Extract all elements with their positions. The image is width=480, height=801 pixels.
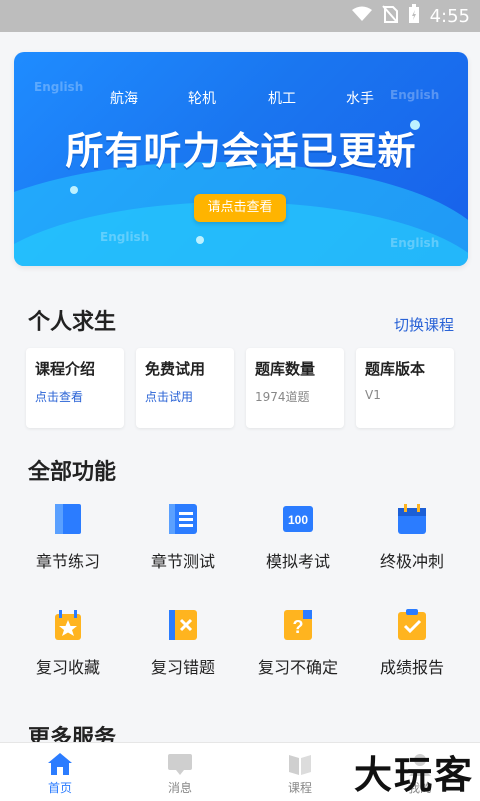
banner-dot (70, 186, 78, 194)
function-label: 章节测试 (150, 552, 215, 571)
clock: 4:55 (429, 6, 470, 27)
function-label: 章节练习 (35, 552, 100, 571)
banner-topic: 轮机 (188, 91, 216, 107)
question-icon: ? (281, 608, 315, 642)
tab-label: 消息 (167, 781, 192, 795)
banner-view-button[interactable]: 请点击查看 (194, 194, 286, 222)
calendar-icon (395, 502, 429, 536)
tab-label: 首页 (47, 781, 72, 795)
svg-text:?: ? (293, 617, 304, 637)
course-intro-card[interactable]: 课程介绍 点击查看 (26, 348, 124, 428)
functions-title: 全部功能 (28, 460, 117, 485)
question-count-card: 题库数量 1974道题 (246, 348, 344, 428)
score-report-button[interactable]: 成绩报告 (362, 608, 462, 678)
home-icon (47, 751, 73, 777)
tab-home[interactable]: 首页 (20, 743, 100, 796)
function-label: 模拟考试 (265, 552, 330, 571)
no-sim-icon (381, 5, 398, 28)
tab-label: 课程 (287, 781, 312, 795)
card-title: 题库数量 (255, 360, 316, 378)
status-bar: 4:55 (0, 0, 480, 32)
battery-icon (408, 4, 420, 29)
card-title: 课程介绍 (35, 360, 96, 378)
bank-version-card: 题库版本 V1 (356, 348, 454, 428)
tab-messages[interactable]: 消息 (140, 743, 220, 796)
review-favorites-button[interactable]: 复习收藏 (18, 608, 118, 678)
promo-banner[interactable]: English English English English 航海 轮机 机工… (14, 52, 468, 266)
banner-topic: 水手 (346, 91, 374, 107)
banner-ghost-text: English (390, 88, 440, 102)
banner-topic: 航海 (110, 91, 138, 107)
notebook-icon (166, 502, 200, 536)
message-icon (167, 751, 193, 777)
function-label: 终极冲刺 (379, 552, 444, 571)
banner-ghost-text: English (100, 230, 150, 244)
card-value: 1974道题 (255, 390, 310, 404)
function-label: 复习收藏 (35, 658, 100, 677)
banner-topic: 机工 (268, 91, 296, 107)
review-uncertain-button[interactable]: ? 复习不确定 (248, 608, 348, 678)
card-value: 点击试用 (145, 390, 194, 404)
card-value: V1 (365, 388, 381, 402)
wrong-book-icon (166, 608, 200, 642)
chapter-practice-button[interactable]: 章节练习 (18, 502, 118, 572)
tab-courses[interactable]: 课程 (260, 743, 340, 796)
chapter-test-button[interactable]: 章节测试 (133, 502, 233, 572)
wifi-icon (351, 6, 372, 27)
banner-dot (410, 120, 420, 130)
banner-ghost-text: English (390, 236, 440, 250)
review-mistakes-button[interactable]: 复习错题 (133, 608, 233, 678)
function-label: 复习不确定 (257, 658, 338, 677)
star-bag-icon (51, 608, 85, 642)
final-sprint-button[interactable]: 终极冲刺 (362, 502, 462, 572)
home-page: English English English English 航海 轮机 机工… (0, 32, 480, 800)
svg-text:100: 100 (288, 513, 308, 527)
function-label: 复习错题 (150, 658, 215, 677)
function-label: 成绩报告 (379, 658, 444, 677)
score-100-icon: 100 (281, 502, 315, 536)
course-title: 个人求生 (28, 310, 117, 335)
card-title: 免费试用 (145, 360, 206, 378)
card-title: 题库版本 (365, 360, 426, 378)
check-clipboard-icon (395, 608, 429, 642)
course-icon (287, 751, 313, 777)
free-trial-card[interactable]: 免费试用 点击试用 (136, 348, 234, 428)
banner-ghost-text: English (34, 80, 84, 94)
watermark-text: 大玩客 (353, 753, 474, 797)
banner-dot (196, 236, 204, 244)
banner-headline: 所有听力会话已更新 (65, 129, 417, 173)
switch-course-link[interactable]: 切换课程 (394, 314, 454, 335)
card-value: 点击查看 (35, 390, 84, 404)
book-icon (51, 502, 85, 536)
mock-exam-button[interactable]: 100 模拟考试 (248, 502, 348, 572)
